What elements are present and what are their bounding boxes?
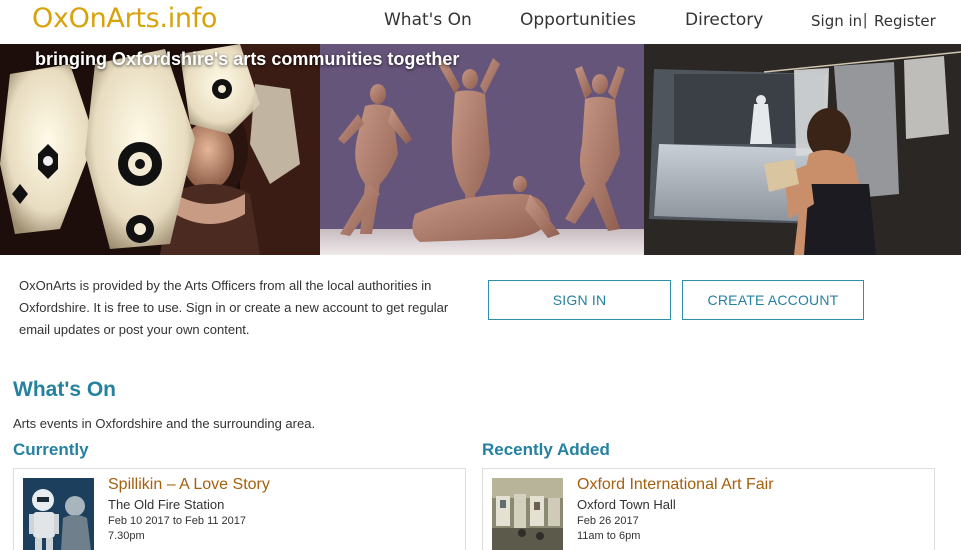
hero-image-installation (644, 44, 961, 255)
event-thumbnail-robot[interactable] (23, 478, 94, 550)
whats-on-heading: What's On (13, 378, 116, 401)
event-venue: The Old Fire Station (108, 497, 225, 512)
register-link[interactable]: Register (874, 12, 936, 30)
currently-heading: Currently (13, 440, 89, 459)
event-title[interactable]: Spillikin – A Love Story (108, 476, 270, 494)
event-dates: Feb 26 2017 (577, 515, 639, 527)
site-header: OxOnArts.info What's On Opportunities Di… (0, 0, 961, 44)
event-time: 11am to 6pm (577, 530, 641, 542)
recently-added-heading: Recently Added (482, 440, 610, 459)
hero-image-sculptures (320, 44, 644, 255)
whats-on-subtitle: Arts events in Oxfordshire and the surro… (13, 416, 316, 431)
nav-separator: | (863, 10, 868, 29)
hero-tagline: bringing Oxfordshire's arts communities … (35, 49, 460, 69)
nav-directory[interactable]: Directory (685, 10, 763, 30)
nav-whats-on[interactable]: What's On (384, 10, 472, 30)
event-card[interactable]: Oxford International Art Fair Oxford Tow… (482, 468, 935, 550)
event-venue: Oxford Town Hall (577, 497, 676, 512)
site-logo[interactable]: OxOnArts.info (32, 3, 217, 34)
sign-in-button[interactable]: SIGN IN (488, 280, 671, 320)
event-card[interactable]: Spillikin – A Love Story The Old Fire St… (13, 468, 466, 550)
hero-image-lanterns (0, 44, 320, 255)
create-account-button[interactable]: CREATE ACCOUNT (682, 280, 864, 320)
event-dates: Feb 10 2017 to Feb 11 2017 (108, 515, 247, 527)
event-thumbnail-art-fair[interactable] (492, 478, 563, 550)
nav-opportunities[interactable]: Opportunities (520, 10, 636, 30)
event-time: 7.30pm (108, 530, 145, 542)
sign-in-link[interactable]: Sign in (811, 12, 862, 30)
hero-banner: bringing Oxfordshire's arts communities … (0, 44, 961, 255)
intro-text: OxOnArts is provided by the Arts Officer… (19, 278, 449, 337)
event-title[interactable]: Oxford International Art Fair (577, 476, 774, 494)
